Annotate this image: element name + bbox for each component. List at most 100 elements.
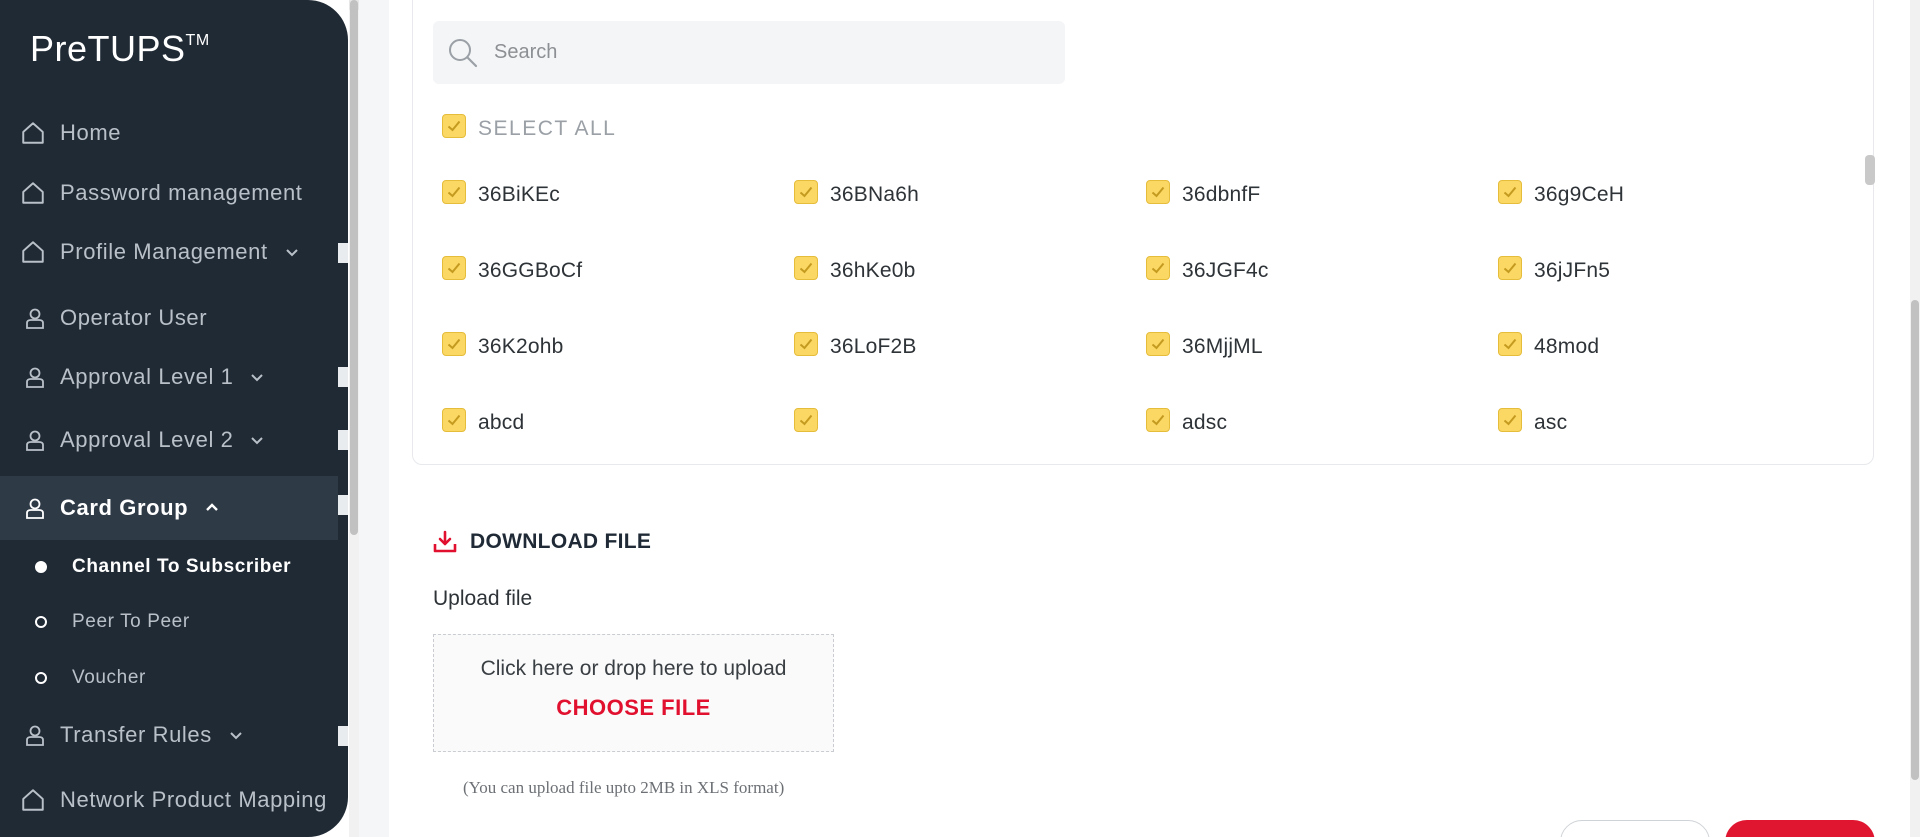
user-icon <box>20 720 50 750</box>
user-icon <box>20 362 50 392</box>
select-all-checkbox[interactable] <box>442 114 466 138</box>
option-checkbox[interactable] <box>794 180 818 204</box>
option-checkbox[interactable] <box>1146 332 1170 356</box>
option-label: adsc <box>1182 411 1228 434</box>
secondary-action-button[interactable] <box>1560 820 1710 837</box>
sidebar-subitem-channel-to-subscriber[interactable]: Channel To Subscriber <box>0 547 338 587</box>
sidebar-item-approval-level-2[interactable]: Approval Level 2 <box>0 410 338 470</box>
option-label: 36BiKEc <box>478 183 560 206</box>
option-checkbox[interactable] <box>794 256 818 280</box>
sidebar-item-label: Card Group <box>60 495 189 520</box>
option-checkbox[interactable] <box>1498 408 1522 432</box>
option-checkbox[interactable] <box>1146 408 1170 432</box>
sidebar-scrollbar[interactable] <box>349 0 359 837</box>
option-checkbox[interactable] <box>442 332 466 356</box>
sidebar-item-label: Password management <box>60 180 303 205</box>
sidebar-item-home[interactable]: Home <box>0 103 338 163</box>
sidebar-item-label: Approval Level 2 <box>60 427 234 452</box>
sidebar-subitem-peer-to-peer[interactable]: Peer To Peer <box>0 602 338 642</box>
sidebar-item-label: Network Product Mapping <box>60 787 327 812</box>
sidebar-item-transfer-rules[interactable]: Transfer Rules <box>0 705 338 765</box>
search-icon <box>446 36 480 70</box>
bullet-filled-icon <box>35 561 47 573</box>
sidebar-subitem-label: Voucher <box>72 667 146 688</box>
sidebar-item-profile-management[interactable]: Profile Management <box>0 222 338 282</box>
option-label: 36hKe0b <box>830 259 916 282</box>
chevron-down-icon <box>284 243 302 261</box>
search-input[interactable] <box>494 41 1034 64</box>
sidebar-item-operator-user[interactable]: Operator User <box>0 288 338 348</box>
sidebar-subitem-label: Peer To Peer <box>72 611 190 632</box>
option-label: 36BNa6h <box>830 183 919 206</box>
option-label: 36dbnfF <box>1182 183 1261 206</box>
option-label: 36GGBoCf <box>478 259 583 282</box>
sidebar-item-label: Home <box>60 120 122 145</box>
chevron-up-icon <box>204 499 222 517</box>
nav-marker <box>338 367 348 387</box>
option-label: 36LoF2B <box>830 335 917 358</box>
chevron-down-icon <box>249 431 267 449</box>
option-checkbox[interactable] <box>1146 256 1170 280</box>
option-label: 36g9CeH <box>1534 183 1625 206</box>
option-checkbox[interactable] <box>442 180 466 204</box>
bullet-hollow-icon <box>35 616 47 628</box>
download-file-label: DOWNLOAD FILE <box>470 530 652 553</box>
download-icon <box>432 529 458 555</box>
home-icon <box>18 178 48 208</box>
nav-marker <box>338 243 348 263</box>
option-checkbox[interactable] <box>442 256 466 280</box>
option-checkbox[interactable] <box>1146 180 1170 204</box>
option-label: abcd <box>478 411 525 434</box>
option-checkbox[interactable] <box>794 332 818 356</box>
search-box[interactable] <box>433 21 1065 84</box>
option-label: 36K2ohb <box>478 335 564 358</box>
page-scrollbar[interactable] <box>1910 0 1920 837</box>
sidebar-item-label: Operator User <box>60 305 208 330</box>
options-scrollbar-thumb[interactable] <box>1865 155 1875 185</box>
sidebar-item-password-management[interactable]: Password management <box>0 163 338 223</box>
sidebar-subitem-voucher[interactable]: Voucher <box>0 658 338 698</box>
content-gutter <box>359 0 389 837</box>
nav-marker <box>338 430 348 450</box>
home-icon <box>18 237 48 267</box>
file-dropzone[interactable]: Click here or drop here to upload CHOOSE… <box>433 634 834 752</box>
bullet-hollow-icon <box>35 672 47 684</box>
sidebar: PreTUPSTM Home Password management Profi… <box>0 0 348 837</box>
sidebar-item-approval-level-1[interactable]: Approval Level 1 <box>0 347 338 407</box>
chevron-down-icon <box>249 368 267 386</box>
choose-file-button[interactable]: CHOOSE FILE <box>434 695 833 721</box>
option-label: 36MjjML <box>1182 335 1263 358</box>
option-checkbox[interactable] <box>1498 256 1522 280</box>
option-label: 36JGF4c <box>1182 259 1269 282</box>
upload-hint: (You can upload file upto 2MB in XLS for… <box>463 778 785 797</box>
sidebar-item-card-group[interactable]: Card Group <box>0 476 338 540</box>
sidebar-item-network-product-mapping[interactable]: Network Product Mapping <box>0 770 338 830</box>
home-icon <box>18 785 48 815</box>
user-icon <box>20 425 50 455</box>
nav-marker <box>338 726 348 746</box>
upload-file-title: Upload file <box>433 587 533 610</box>
app-logo[interactable]: PreTUPSTM <box>30 28 210 70</box>
sidebar-item-label: Approval Level 1 <box>60 364 234 389</box>
select-all-label: SELECT ALL <box>478 117 617 140</box>
download-file-button[interactable]: DOWNLOAD FILE <box>432 529 651 555</box>
option-checkbox[interactable] <box>794 408 818 432</box>
user-icon <box>20 493 50 523</box>
nav-marker <box>338 495 348 515</box>
page-scrollbar-thumb[interactable] <box>1911 300 1919 780</box>
dropzone-prompt: Click here or drop here to upload <box>480 657 787 680</box>
user-icon <box>20 303 50 333</box>
option-label: asc <box>1534 411 1568 434</box>
option-checkbox[interactable] <box>442 408 466 432</box>
primary-action-button[interactable] <box>1725 820 1875 837</box>
option-label: 48mod <box>1534 335 1600 358</box>
scrollbar-thumb[interactable] <box>350 0 358 535</box>
option-checkbox[interactable] <box>1498 180 1522 204</box>
option-label: 36jJFn5 <box>1534 259 1611 282</box>
brand-name: PreTUPS <box>30 28 186 69</box>
home-icon <box>18 118 48 148</box>
sidebar-item-label: Profile Management <box>60 239 268 264</box>
sidebar-item-label: Transfer Rules <box>60 722 212 747</box>
trademark-mark: TM <box>185 32 210 49</box>
option-checkbox[interactable] <box>1498 332 1522 356</box>
